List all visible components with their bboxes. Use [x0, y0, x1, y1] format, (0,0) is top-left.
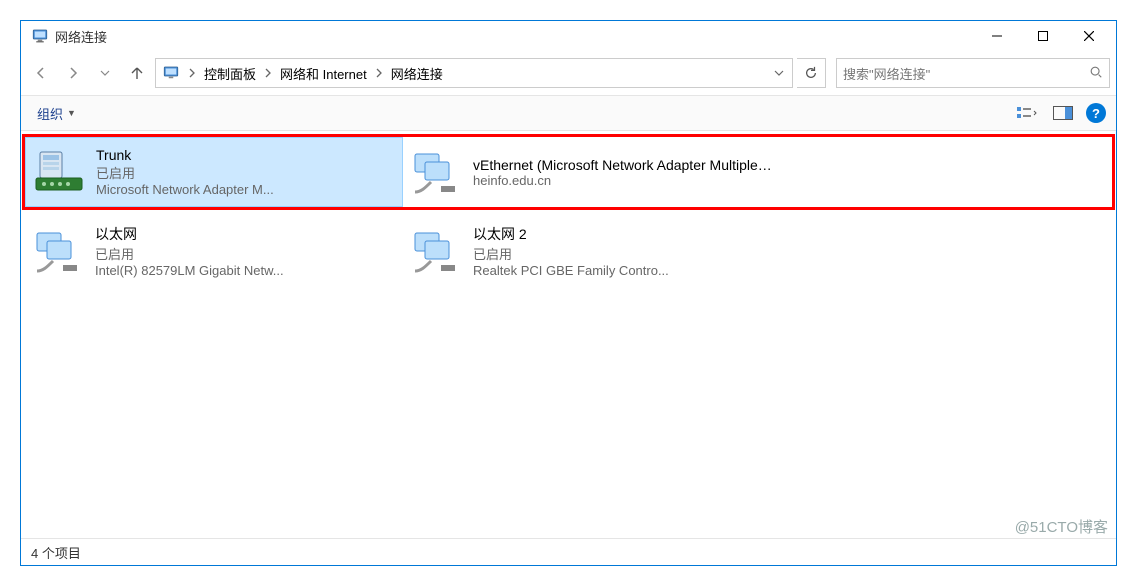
breadcrumb-item[interactable]: 网络和 Internet	[276, 64, 371, 83]
connection-status: 已启用	[95, 244, 395, 263]
close-button[interactable]	[1066, 21, 1112, 51]
network-icon	[31, 27, 49, 45]
minimize-button[interactable]	[974, 21, 1020, 51]
connection-status: heinfo.edu.cn	[473, 173, 773, 188]
network-adapter-icon	[33, 227, 85, 275]
connection-name: 以太网 2	[473, 224, 773, 244]
status-text: 4 个项目	[31, 543, 81, 562]
connection-item[interactable]: vEthernet (Microsoft Network Adapter Mul…	[403, 137, 781, 207]
connection-name: 以太网	[95, 224, 395, 244]
up-button[interactable]	[123, 59, 151, 87]
connection-item[interactable]: 以太网 2 已启用 Realtek PCI GBE Family Contro.…	[403, 216, 781, 286]
search-placeholder: 搜索"网络连接"	[843, 64, 1089, 83]
breadcrumb-item[interactable]: 控制面板	[200, 64, 260, 83]
nav-row: 控制面板 网络和 Internet 网络连接 搜索"网络连接"	[21, 51, 1116, 95]
status-bar: 4 个项目	[21, 538, 1116, 565]
organize-label: 组织	[37, 104, 63, 123]
connection-name: vEthernet (Microsoft Network Adapter Mul…	[473, 157, 773, 173]
window-title: 网络连接	[55, 27, 107, 46]
search-box[interactable]: 搜索"网络连接"	[836, 58, 1110, 88]
titlebar: 网络连接	[21, 21, 1116, 51]
connection-desc: Microsoft Network Adapter M...	[96, 182, 394, 197]
forward-button[interactable]	[59, 59, 87, 87]
help-button[interactable]: ?	[1086, 103, 1106, 123]
highlight-row: Trunk 已启用 Microsoft Network Adapter M...…	[22, 134, 1115, 210]
organize-button[interactable]: 组织 ▼	[31, 101, 82, 126]
back-button[interactable]	[27, 59, 55, 87]
window-frame: 网络连接 控制面板 网络和 Internet 网络连接 搜索"网络连接"	[20, 20, 1117, 566]
network-adapter-icon	[411, 148, 463, 196]
connection-desc: Realtek PCI GBE Family Contro...	[473, 263, 773, 278]
maximize-button[interactable]	[1020, 21, 1066, 51]
address-dropdown[interactable]	[768, 66, 790, 81]
chevron-down-icon: ▼	[67, 108, 76, 118]
row: 以太网 已启用 Intel(R) 82579LM Gigabit Netw...…	[25, 216, 1112, 286]
network-adapter-icon	[411, 227, 463, 275]
connection-name: Trunk	[96, 147, 394, 163]
connection-item[interactable]: 以太网 已启用 Intel(R) 82579LM Gigabit Netw...	[25, 216, 403, 286]
connection-status: 已启用	[473, 244, 773, 263]
address-bar[interactable]: 控制面板 网络和 Internet 网络连接	[155, 58, 793, 88]
connection-status: 已启用	[96, 163, 394, 182]
refresh-button[interactable]	[797, 58, 826, 88]
network-team-icon	[34, 148, 86, 196]
search-icon	[1089, 65, 1103, 82]
content-area: Trunk 已启用 Microsoft Network Adapter M...…	[21, 131, 1116, 538]
preview-pane-button[interactable]	[1050, 102, 1076, 124]
connection-desc: Intel(R) 82579LM Gigabit Netw...	[95, 263, 395, 278]
toolbar: 组织 ▼ ?	[21, 95, 1116, 131]
view-button[interactable]	[1014, 102, 1040, 124]
recent-dropdown[interactable]	[91, 59, 119, 87]
chevron-right-icon[interactable]	[184, 68, 200, 78]
network-icon	[162, 64, 180, 82]
connection-item[interactable]: Trunk 已启用 Microsoft Network Adapter M...	[25, 137, 403, 207]
chevron-right-icon[interactable]	[260, 68, 276, 78]
breadcrumb-item[interactable]: 网络连接	[387, 64, 447, 83]
chevron-right-icon[interactable]	[371, 68, 387, 78]
